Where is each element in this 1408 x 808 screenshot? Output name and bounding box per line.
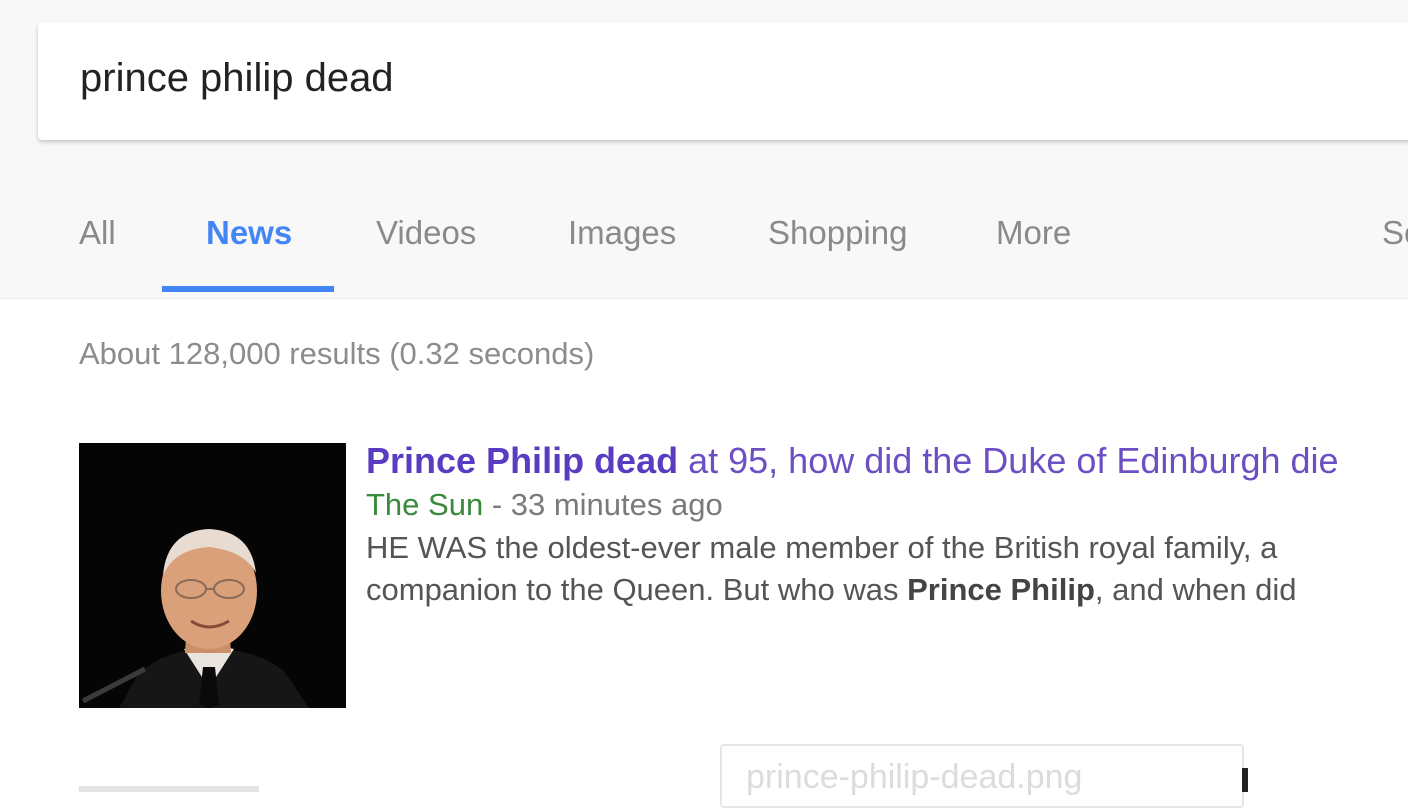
result-meta: The Sun - 33 minutes ago (366, 487, 723, 523)
tab-settings[interactable]: Se (1382, 214, 1408, 252)
result-title-highlight: Prince Philip dead (366, 440, 679, 481)
tab-more[interactable]: More (996, 214, 1071, 252)
tab-news[interactable]: News (206, 214, 292, 252)
results-stats: About 128,000 results (0.32 seconds) (79, 336, 595, 371)
tab-videos[interactable]: Videos (376, 214, 476, 252)
news-thumbnail[interactable] (79, 443, 346, 708)
text-cursor-icon (1242, 768, 1248, 792)
search-input[interactable]: prince philip dead (80, 56, 394, 101)
result-snippet-line-1: HE WAS the oldest-ever male member of th… (366, 530, 1278, 565)
search-box[interactable]: prince philip dead (38, 22, 1408, 140)
filename-text: prince-philip-dead.png (746, 758, 1083, 796)
result-title-text: at 95, how did the Duke of Edinburgh die (678, 440, 1339, 481)
active-tab-indicator (162, 286, 334, 292)
snippet-text: , and when did (1094, 572, 1297, 607)
result-snippet-line-2: companion to the Queen. But who was Prin… (366, 572, 1297, 608)
snippet-text: companion to the Queen. But who was (366, 572, 908, 607)
snippet-highlight: Prince Philip (907, 572, 1095, 607)
search-tabs: All News Videos Images Shopping More Se (0, 200, 1408, 298)
next-result-divider (79, 786, 259, 792)
portrait-image (79, 443, 346, 708)
tab-all[interactable]: All (79, 214, 116, 252)
tab-shopping[interactable]: Shopping (768, 214, 907, 252)
result-source: The Sun (366, 487, 484, 522)
filename-tooltip: prince-philip-dead.png (720, 744, 1244, 808)
result-time: - 33 minutes ago (483, 487, 723, 522)
tab-images[interactable]: Images (568, 214, 676, 252)
result-title-link[interactable]: Prince Philip dead at 95, how did the Du… (366, 440, 1339, 482)
